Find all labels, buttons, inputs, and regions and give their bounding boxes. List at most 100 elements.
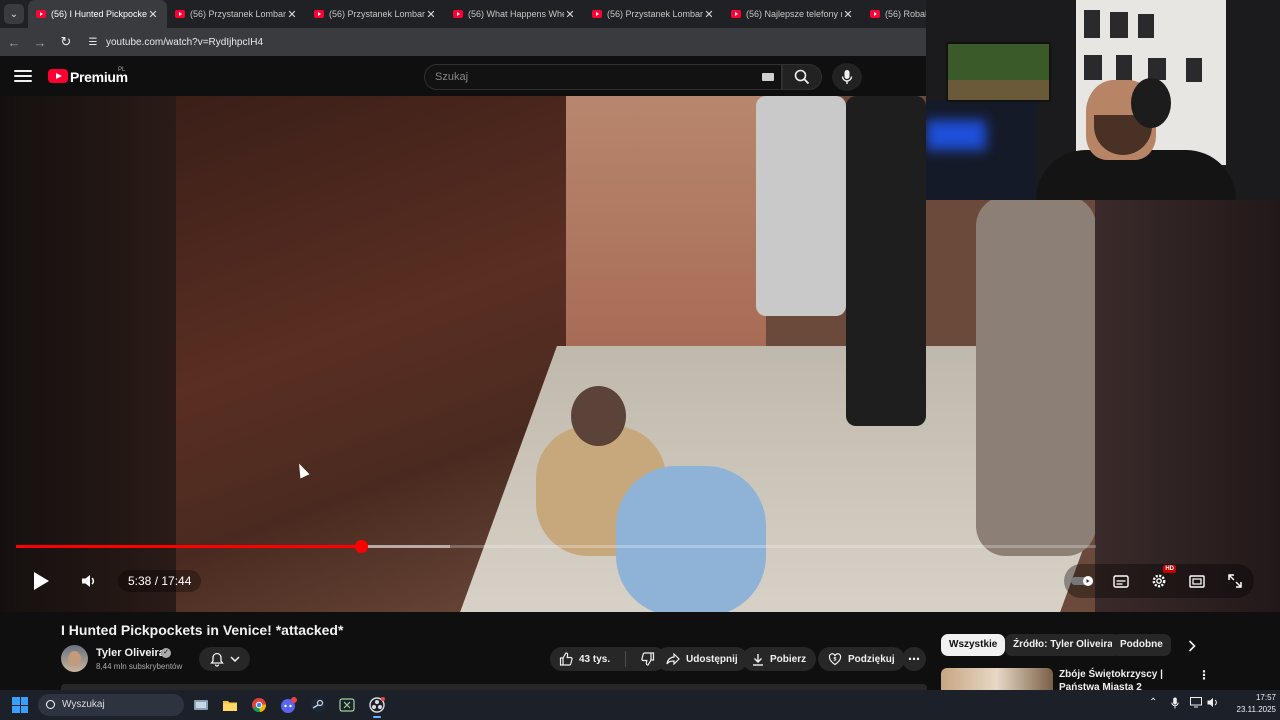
- tray-expand-icon[interactable]: ⌃: [1149, 697, 1157, 708]
- file-explorer-icon[interactable]: [219, 695, 241, 715]
- notification-bell-button[interactable]: [199, 647, 250, 671]
- chrome-icon[interactable]: [248, 695, 270, 715]
- back-arrow-icon[interactable]: ←: [2, 30, 26, 54]
- taskbar-clock[interactable]: 17:57 23.11.2025: [1220, 692, 1276, 716]
- tab-title: (56) I Hunted Pickpockets: [51, 9, 147, 19]
- subtitles-button[interactable]: [1108, 568, 1134, 594]
- recommended-video-thumbnail[interactable]: [941, 668, 1053, 690]
- theater-mode-button[interactable]: [1184, 568, 1210, 594]
- youtube-favicon-icon: [175, 10, 185, 18]
- thanks-button[interactable]: $ Podziękuj: [818, 647, 905, 671]
- played-bar: [16, 545, 361, 548]
- progress-bar[interactable]: [16, 540, 1096, 553]
- tab-close-icon[interactable]: ✕: [147, 8, 159, 21]
- tray-volume-icon[interactable]: [1207, 697, 1219, 711]
- browser-tab[interactable]: (56) Przystanek Lombard ✕: [306, 0, 445, 28]
- autoplay-toggle-icon: [1071, 576, 1093, 586]
- tray-display-icon[interactable]: [1190, 697, 1202, 711]
- video-ambient-left: [0, 96, 176, 612]
- tab-close-icon[interactable]: ✕: [842, 8, 854, 21]
- tab-close-icon[interactable]: ✕: [286, 8, 298, 21]
- taskbar-search-input[interactable]: Wyszukaj: [38, 694, 184, 716]
- reload-icon[interactable]: ↻: [54, 30, 78, 54]
- youtube-favicon-icon: [314, 10, 324, 18]
- windows-start-icon[interactable]: [12, 697, 28, 713]
- chips-next-button[interactable]: [1182, 637, 1202, 655]
- youtube-favicon-icon: [453, 10, 463, 18]
- steam-icon[interactable]: [307, 695, 329, 715]
- search-input[interactable]: Szukaj: [424, 64, 782, 90]
- webcam-scene-light: [926, 120, 986, 150]
- search-button[interactable]: [782, 64, 822, 90]
- settings-button[interactable]: HD: [1146, 565, 1176, 594]
- address-bar: ← → ↻ ☰ youtube.com/watch?v=RydIjhpcIH4: [0, 28, 926, 56]
- browser-tab[interactable]: (56) Robalini: [862, 0, 926, 28]
- tab-search-chevron-icon[interactable]: ⌄: [4, 4, 24, 24]
- tab-close-icon[interactable]: ✕: [564, 8, 576, 21]
- browser-tab-strip: ⌄ (56) I Hunted Pickpockets ✕ (56) Przys…: [0, 0, 926, 28]
- play-button[interactable]: [22, 566, 60, 596]
- autoplay-toggle[interactable]: [1070, 568, 1096, 594]
- video-ambient-right: [1095, 200, 1280, 612]
- share-label: Udostępnij: [686, 653, 738, 665]
- scrubber-handle[interactable]: [354, 540, 368, 553]
- task-view-icon[interactable]: [190, 695, 212, 715]
- volume-button[interactable]: [74, 566, 104, 596]
- tab-close-icon[interactable]: ✕: [425, 8, 437, 21]
- browser-tab[interactable]: (56) Najlepsze telefony na ✕: [723, 0, 862, 28]
- verified-check-icon: ✓: [161, 648, 171, 658]
- channel-avatar[interactable]: [61, 645, 88, 672]
- thanks-label: Podziękuj: [848, 653, 895, 665]
- clock-date: 23.11.2025: [1236, 705, 1276, 714]
- url-field[interactable]: youtube.com/watch?v=RydIjhpcIH4: [106, 37, 263, 48]
- chevron-right-icon: [1188, 640, 1196, 652]
- windows-taskbar: Wyszukaj ⌃ 17:57 23.11.2025: [0, 690, 1280, 720]
- youtube-header: Premium PL Szukaj: [0, 56, 926, 96]
- share-button[interactable]: Udostępnij: [656, 647, 748, 671]
- like-dislike-group: 43 tys.: [550, 647, 666, 671]
- tab-title: (56) Najlepsze telefony na: [746, 9, 842, 19]
- like-button[interactable]: 43 tys.: [550, 647, 619, 671]
- more-actions-button[interactable]: ⋯: [902, 647, 926, 671]
- video-scene-jeans: [616, 466, 766, 612]
- youtube-favicon-icon: [592, 10, 602, 18]
- player-right-controls: HD: [1064, 564, 1254, 598]
- browser-tab[interactable]: (56) Przystanek Lombard ✕: [167, 0, 306, 28]
- youtube-favicon-icon: [36, 10, 46, 18]
- browser-tab[interactable]: (56) What Happens When ✕: [445, 0, 584, 28]
- discord-icon[interactable]: [278, 695, 300, 715]
- video-scene-person: [756, 96, 846, 316]
- tab-title: (56) Przystanek Lombard: [329, 9, 425, 19]
- fullscreen-button[interactable]: [1222, 568, 1248, 594]
- tray-microphone-icon[interactable]: [1171, 697, 1179, 712]
- thumbs-down-icon: [641, 652, 655, 666]
- share-icon: [666, 653, 680, 665]
- chip-all[interactable]: Wszystkie: [941, 634, 1006, 656]
- search-icon: [794, 69, 810, 85]
- tab-title: (56) Przystanek Lombard: [190, 9, 286, 19]
- play-icon: [34, 572, 49, 590]
- forward-arrow-icon[interactable]: →: [28, 30, 52, 54]
- channel-name[interactable]: Tyler Oliveira: [96, 647, 165, 659]
- site-info-icon[interactable]: ☰: [86, 35, 100, 49]
- recommended-more-icon[interactable]: ⋮: [1198, 668, 1210, 682]
- download-icon: [753, 653, 763, 666]
- gear-icon: [1152, 574, 1166, 588]
- subscriber-count: 8,44 mln subskrybentów: [96, 662, 183, 671]
- keyboard-icon[interactable]: [762, 73, 774, 81]
- voice-search-button[interactable]: [832, 63, 862, 91]
- menu-icon[interactable]: [14, 68, 32, 84]
- chip-related[interactable]: Podobne: [1112, 634, 1171, 656]
- browser-tab[interactable]: (56) Przystanek Lombard ✕: [584, 0, 723, 28]
- download-button[interactable]: Pobierz: [742, 647, 817, 671]
- youtube-logo-icon[interactable]: [48, 69, 68, 83]
- xbox-icon[interactable]: [336, 695, 358, 715]
- volume-icon: [82, 575, 95, 587]
- youtube-favicon-icon: [870, 10, 880, 18]
- chip-from-channel[interactable]: Źródło: Tyler Oliveira: [1005, 634, 1121, 656]
- clock-time: 17:57: [1255, 693, 1276, 702]
- browser-tab[interactable]: (56) I Hunted Pickpockets ✕: [28, 0, 167, 28]
- obs-icon[interactable]: [366, 695, 388, 718]
- tab-close-icon[interactable]: ✕: [703, 8, 715, 21]
- divider: [625, 651, 627, 667]
